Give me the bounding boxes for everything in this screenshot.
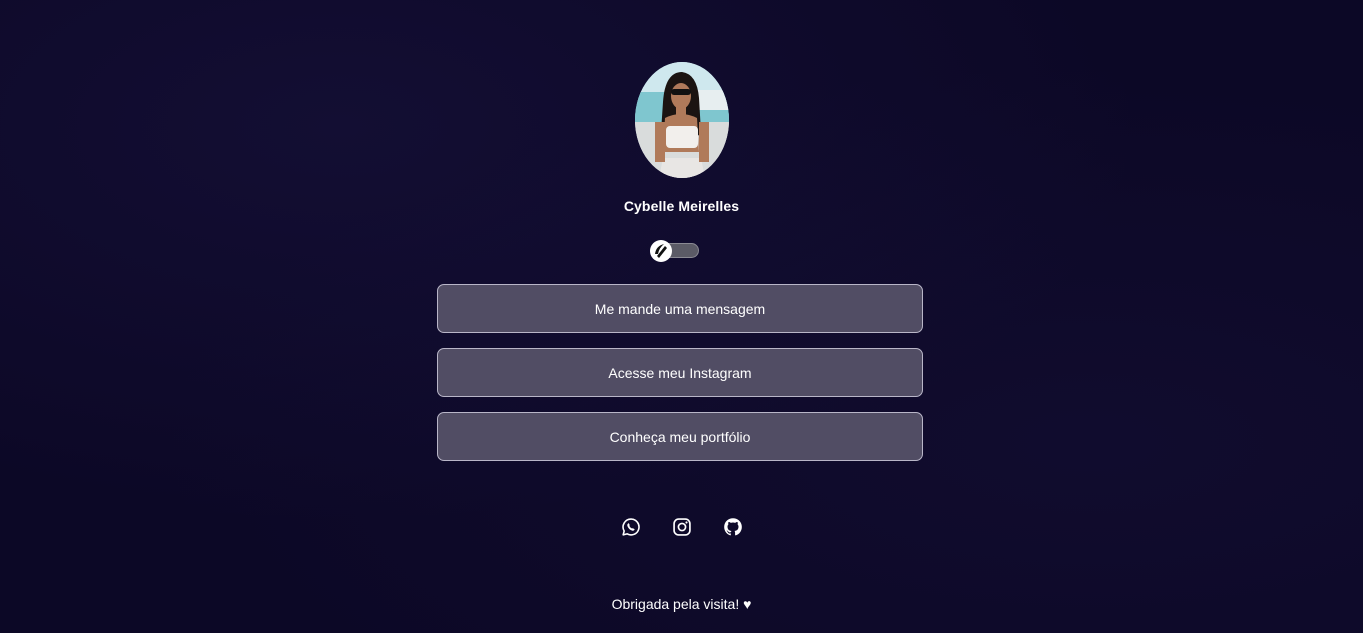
link-list: Me mande uma mensagem Acesse meu Instagr… bbox=[437, 284, 923, 476]
page: Cybelle Meirelles Me mande uma mensagem … bbox=[0, 0, 1363, 633]
avatar-photo bbox=[634, 62, 729, 178]
footer-text: Obrigada pela visita! ♥ bbox=[611, 596, 752, 612]
message-button[interactable]: Me mande uma mensagem bbox=[437, 284, 923, 333]
instagram-button[interactable]: Acesse meu Instagram bbox=[437, 348, 923, 397]
portfolio-button[interactable]: Conheça meu portfólio bbox=[437, 412, 923, 461]
moon-icon bbox=[650, 240, 672, 262]
theme-toggle[interactable] bbox=[650, 240, 700, 262]
social-links bbox=[0, 516, 1363, 538]
profile-name: Cybelle Meirelles bbox=[623, 198, 740, 214]
toggle-knob bbox=[650, 240, 672, 262]
instagram-icon[interactable] bbox=[671, 516, 693, 538]
whatsapp-icon[interactable] bbox=[620, 516, 642, 538]
avatar bbox=[634, 62, 729, 178]
profile-section: Cybelle Meirelles bbox=[0, 62, 1363, 214]
github-icon[interactable] bbox=[722, 516, 744, 538]
